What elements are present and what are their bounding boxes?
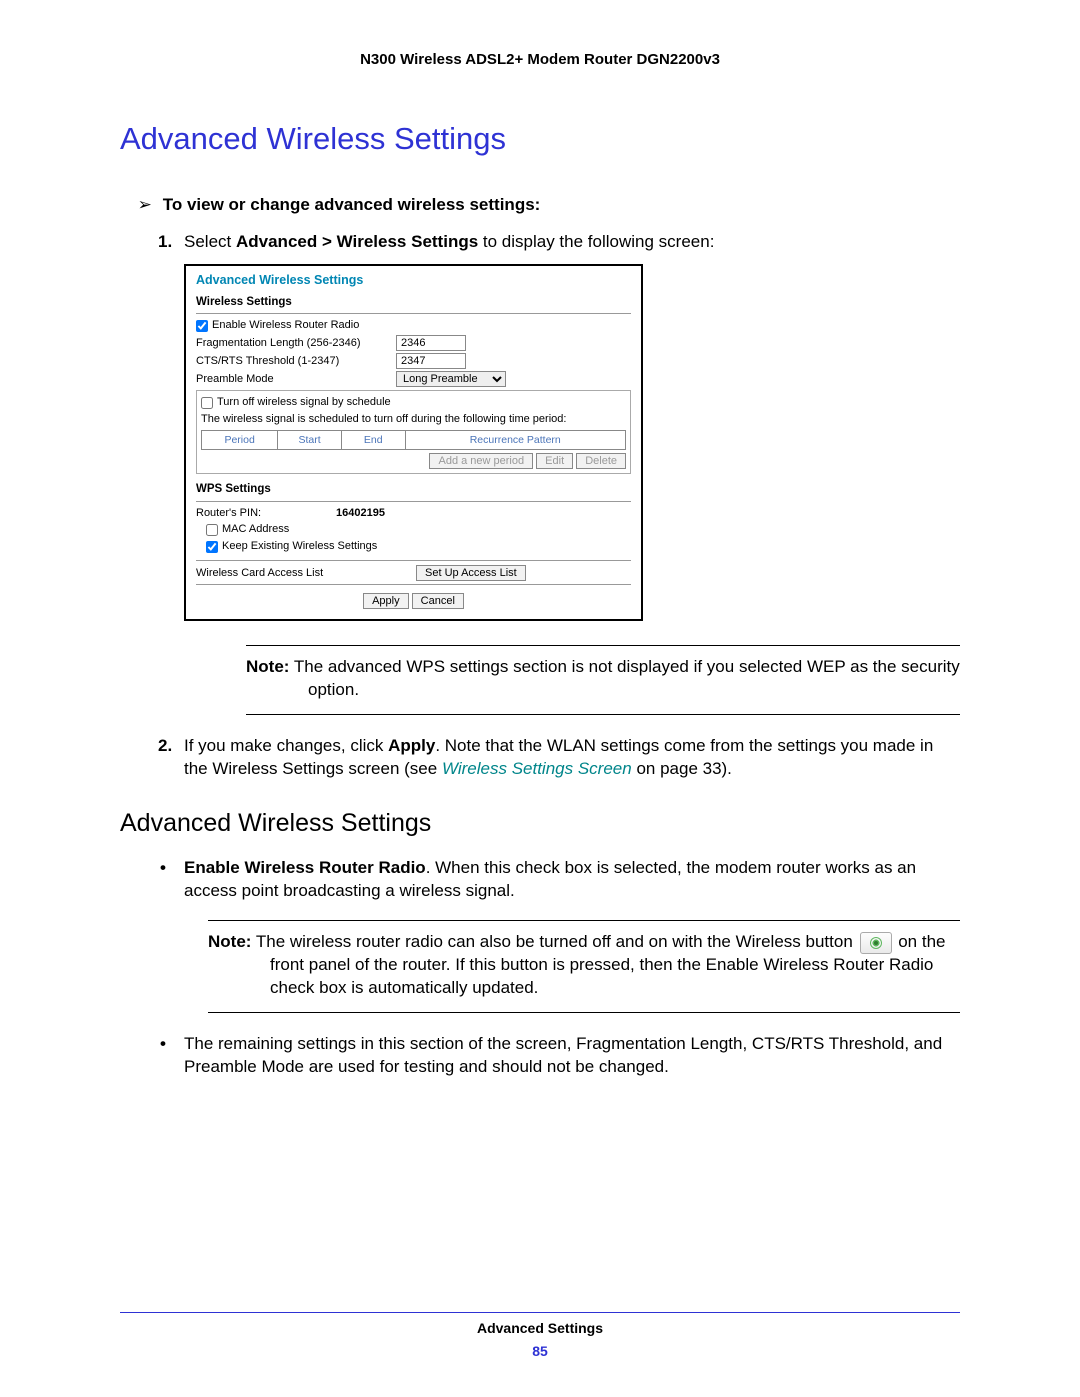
schedule-table: Period Start End Recurrence Pattern bbox=[201, 430, 626, 450]
th-end: End bbox=[341, 430, 405, 449]
arrow-icon: ➢ bbox=[138, 194, 155, 217]
note-2-label: Note: bbox=[208, 932, 251, 951]
note-2: Note: The wireless router radio can also… bbox=[208, 920, 960, 1013]
apply-button[interactable]: Apply bbox=[363, 593, 409, 609]
th-pattern: Recurrence Pattern bbox=[405, 430, 626, 449]
step-1-text: Select Advanced > Wireless Settings to d… bbox=[184, 232, 714, 251]
main-title: Advanced Wireless Settings bbox=[120, 118, 960, 160]
th-start: Start bbox=[278, 430, 342, 449]
note-1-label: Note: bbox=[246, 657, 289, 676]
step-2-number: 2. bbox=[158, 735, 172, 758]
wireless-settings-header: Wireless Settings bbox=[196, 295, 631, 311]
wps-settings-header: WPS Settings bbox=[196, 482, 631, 498]
procedure-heading-text: To view or change advanced wireless sett… bbox=[163, 195, 541, 214]
preamble-label: Preamble Mode bbox=[196, 372, 396, 387]
frag-label: Fragmentation Length (256-2346) bbox=[196, 336, 396, 351]
schedule-note: The wireless signal is scheduled to turn… bbox=[201, 412, 626, 427]
step-1: 1. Select Advanced > Wireless Settings t… bbox=[158, 231, 960, 715]
procedure-heading: ➢ To view or change advanced wireless se… bbox=[158, 194, 960, 217]
settings-panel: Advanced Wireless Settings Wireless Sett… bbox=[184, 264, 643, 621]
mac-address-checkbox[interactable] bbox=[206, 524, 218, 536]
page-footer: Advanced Settings 85 bbox=[120, 1312, 960, 1361]
frag-input[interactable] bbox=[396, 335, 466, 351]
footer-title: Advanced Settings bbox=[120, 1319, 960, 1338]
schedule-box: Turn off wireless signal by schedule The… bbox=[196, 390, 631, 474]
enable-radio-label: Enable Wireless Router Radio bbox=[212, 318, 359, 333]
keep-existing-label: Keep Existing Wireless Settings bbox=[222, 539, 377, 554]
schedule-checkbox-label: Turn off wireless signal by schedule bbox=[217, 395, 391, 410]
step-2: 2. If you make changes, click Apply. Not… bbox=[158, 735, 960, 781]
enable-radio-checkbox[interactable] bbox=[196, 320, 208, 332]
schedule-checkbox[interactable] bbox=[201, 397, 213, 409]
mac-address-label: MAC Address bbox=[222, 522, 289, 537]
bullet-1: Enable Wireless Router Radio. When this … bbox=[158, 857, 960, 1014]
wireless-button-icon bbox=[860, 932, 892, 954]
edit-period-button[interactable]: Edit bbox=[536, 453, 573, 469]
footer-page-number: 85 bbox=[120, 1342, 960, 1361]
routers-pin-value: 16402195 bbox=[336, 506, 385, 521]
step-1-number: 1. bbox=[158, 231, 172, 254]
wireless-settings-link[interactable]: Wireless Settings Screen bbox=[442, 759, 632, 778]
keep-existing-checkbox[interactable] bbox=[206, 541, 218, 553]
routers-pin-label: Router's PIN: bbox=[196, 506, 336, 521]
setup-access-list-button[interactable]: Set Up Access List bbox=[416, 565, 526, 581]
cancel-button[interactable]: Cancel bbox=[412, 593, 464, 609]
page-header: N300 Wireless ADSL2+ Modem Router DGN220… bbox=[120, 50, 960, 70]
note-2-text-pre: The wireless router radio can also be tu… bbox=[251, 932, 857, 951]
th-period: Period bbox=[202, 430, 278, 449]
note-1: Note: The advanced WPS settings section … bbox=[246, 645, 960, 715]
delete-period-button[interactable]: Delete bbox=[576, 453, 626, 469]
cts-input[interactable] bbox=[396, 353, 466, 369]
note-1-text: The advanced WPS settings section is not… bbox=[289, 657, 959, 699]
sub-title: Advanced Wireless Settings bbox=[120, 807, 960, 841]
step-2-text: If you make changes, click Apply. Note t… bbox=[184, 736, 933, 778]
panel-title: Advanced Wireless Settings bbox=[196, 272, 631, 289]
bullet-2: The remaining settings in this section o… bbox=[158, 1033, 960, 1079]
cts-label: CTS/RTS Threshold (1-2347) bbox=[196, 354, 396, 369]
preamble-select[interactable]: Long Preamble bbox=[396, 371, 506, 387]
add-period-button[interactable]: Add a new period bbox=[429, 453, 533, 469]
access-list-label: Wireless Card Access List bbox=[196, 566, 416, 581]
